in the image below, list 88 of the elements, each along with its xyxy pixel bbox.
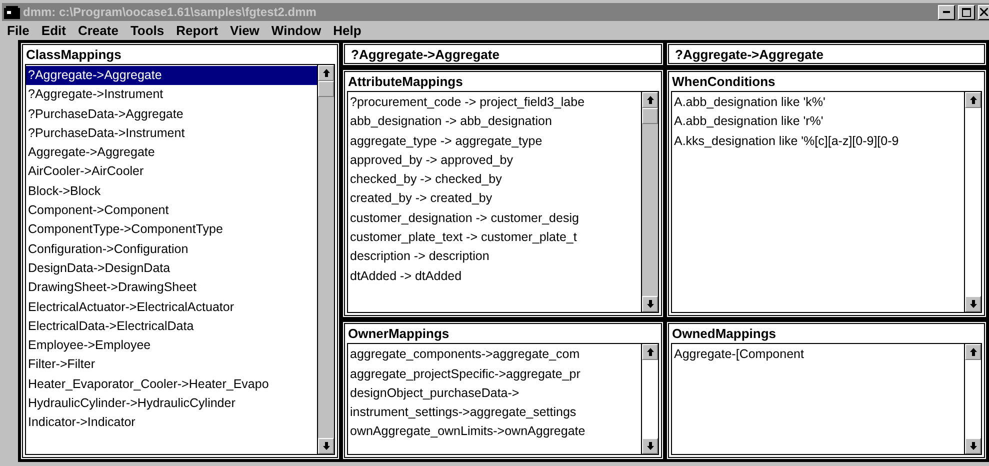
menu-item[interactable]: Window (268, 23, 330, 38)
list-item[interactable]: aggregate_components->aggregate_com (348, 345, 641, 364)
list-item[interactable]: aggregate_type -> aggregate_type (348, 132, 641, 151)
list-item[interactable]: AirCooler->AirCooler (26, 162, 317, 182)
scrollbar[interactable] (964, 92, 981, 312)
list-item[interactable]: Aggregate->Aggregate (26, 143, 317, 162)
list-item[interactable]: customer_plate_text -> customer_plate_t (348, 228, 641, 248)
scroll-up-button[interactable] (318, 65, 334, 81)
menu-item[interactable]: Tools (127, 23, 174, 38)
list-item[interactable]: ComponentType->ComponentType (26, 220, 317, 240)
list-item[interactable]: aggregate_projectSpecific->aggregate_pr (348, 364, 641, 384)
up-arrow-icon (970, 96, 976, 104)
scrollbar[interactable] (317, 65, 334, 454)
menu-item[interactable]: File (4, 23, 38, 38)
list-item[interactable]: Aggregate-[Component (672, 345, 964, 364)
scroll-up-button[interactable] (965, 344, 981, 360)
list-item[interactable]: description -> description (348, 247, 641, 267)
menu-item[interactable]: View (227, 23, 268, 38)
up-arrow-icon (322, 69, 330, 77)
scroll-down-button[interactable] (318, 438, 334, 454)
list-item[interactable]: ownAggregate_ownLimits->ownAggregate (348, 422, 641, 442)
scroll-down-button[interactable] (965, 438, 981, 454)
scroll-down-button[interactable] (642, 438, 658, 454)
up-arrow-icon (646, 348, 654, 356)
list-item[interactable]: A.abb_designation like 'k%' (672, 93, 964, 112)
list-item[interactable]: customer_designation -> customer_desig (348, 208, 641, 228)
list-item[interactable]: Configuration->Configuration (26, 240, 317, 259)
panel-title: ClassMappings (25, 47, 122, 64)
scroll-up-button[interactable] (965, 92, 981, 108)
panel-title: AttributeMappings (347, 74, 464, 91)
list-item[interactable]: dtAdded -> dtAdded (348, 266, 641, 286)
list-item[interactable]: ElectricalData->ElectricalData (26, 316, 317, 336)
down-arrow-icon (646, 300, 654, 308)
close-icon (980, 8, 988, 16)
list-item[interactable]: instrument_settings->aggregate_settings (348, 403, 641, 422)
scrollbar[interactable] (641, 344, 658, 454)
down-arrow-icon (646, 442, 654, 450)
scroll-down-button[interactable] (642, 296, 658, 312)
panel-title: WhenConditions (671, 74, 776, 91)
window-title: dmm: c:\Program\oocase1.61\samples\fgtest2.dmm (23, 5, 318, 19)
list-item[interactable]: approved_by -> approved_by (348, 150, 641, 170)
down-arrow-icon (970, 442, 976, 450)
maximize-button[interactable] (958, 4, 975, 20)
list-item[interactable]: ElectricalActuator->ElectricalActuator (26, 298, 317, 317)
scroll-up-button[interactable] (642, 344, 658, 360)
list-item[interactable]: ?procurement_code -> project_field3_labe (348, 93, 641, 112)
close-button[interactable] (978, 4, 989, 20)
down-arrow-icon (322, 442, 330, 450)
maximize-icon (962, 8, 971, 16)
menu-item[interactable]: Report (173, 23, 228, 38)
list-item[interactable]: HydraulicCylinder->HydraulicCylinder (26, 394, 317, 414)
list-item[interactable]: ?Aggregate->Instrument (26, 85, 317, 105)
minimize-icon (943, 11, 950, 13)
app-icon (4, 6, 20, 18)
list-item[interactable]: ?PurchaseData->Instrument (26, 124, 317, 144)
list-item[interactable]: Block->Block (26, 182, 317, 202)
scroll-thumb[interactable] (642, 108, 658, 124)
up-arrow-icon (970, 348, 976, 356)
list-item[interactable]: Filter->Filter (26, 355, 317, 375)
list-item[interactable]: Component->Component (26, 201, 317, 220)
list-item[interactable]: created_by -> created_by (348, 189, 641, 209)
mapping-header: ?Aggregate->Aggregate (666, 42, 987, 66)
list-item[interactable]: checked_by -> checked_by (348, 170, 641, 190)
scrollbar[interactable] (641, 92, 658, 312)
menu-item[interactable]: Edit (38, 23, 75, 38)
list-item[interactable]: A.abb_designation like 'r%' (672, 112, 964, 132)
list-item[interactable]: designObject_purchaseData-> (348, 384, 641, 404)
panel-title: OwnedMappings (671, 326, 777, 344)
scroll-up-button[interactable] (642, 92, 658, 108)
scroll-down-button[interactable] (965, 296, 981, 312)
scrollbar[interactable] (964, 344, 981, 454)
list-item[interactable]: DesignData->DesignData (26, 258, 317, 278)
list-item[interactable]: abb_designation -> abb_designation (348, 112, 641, 132)
mapping-header: ?Aggregate->Aggregate (342, 42, 664, 66)
list-item[interactable]: A.kks_designation like '%[c][a-z][0-9][0-9 (672, 132, 964, 151)
list-item[interactable]: DrawingSheet->DrawingSheet (26, 278, 317, 298)
list-item[interactable]: Heater_Evaporator_Cooler->Heater_Evapo (26, 374, 317, 394)
menu-item[interactable]: Help (330, 23, 370, 38)
panel-title: OwnerMappings (347, 326, 450, 344)
list-item[interactable]: ?Aggregate->Aggregate (26, 66, 317, 86)
scroll-thumb[interactable] (318, 81, 334, 97)
list-item[interactable]: Employee->Employee (26, 336, 317, 356)
list-item[interactable]: Indicator->Indicator (26, 413, 317, 433)
list-item[interactable]: ?PurchaseData->Aggregate (26, 104, 317, 124)
menu-item[interactable]: Create (74, 23, 128, 38)
up-arrow-icon (646, 96, 654, 104)
minimize-button[interactable] (938, 4, 955, 20)
down-arrow-icon (970, 300, 976, 308)
